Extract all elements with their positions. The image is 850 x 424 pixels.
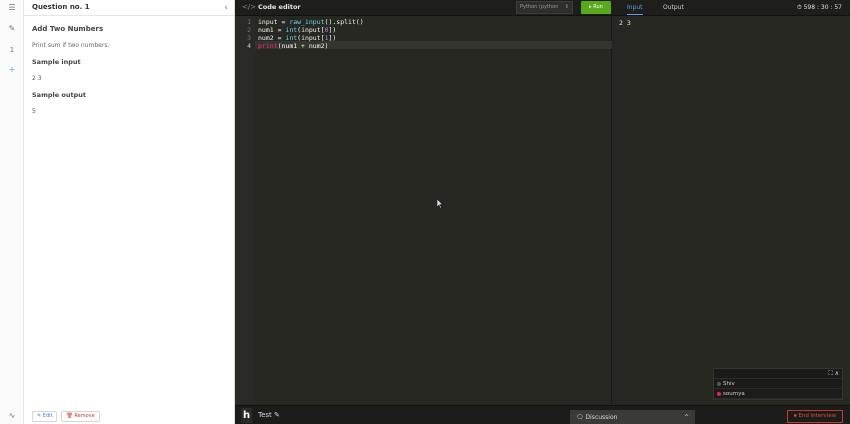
select-caret-icon: ⇕ [564, 4, 569, 10]
edit-icon[interactable]: ✎ [0, 23, 24, 35]
language-value: Python (python [520, 4, 559, 10]
participants-box: ⛶ ∧ Shiv soumya [713, 368, 843, 400]
input-panel[interactable]: 2 3 [615, 16, 850, 404]
participant-row: soumya [714, 389, 842, 399]
code-line: print(num1 + num2) [258, 42, 329, 50]
line-number: 2 [247, 26, 251, 34]
bottom-bar: h Test ✎ 🗨 Discussion ^ ⏹ End interview [235, 405, 850, 424]
tab-output[interactable]: Output [663, 0, 684, 15]
code-line: input = raw_input().split() [258, 18, 364, 26]
stdin-value: 2 3 [619, 19, 631, 27]
left-icon-rail: ☰ ✎ 1 + ∿ [0, 0, 24, 424]
add-question-icon[interactable]: + [0, 64, 24, 76]
interview-name[interactable]: Test ✎ [258, 406, 280, 424]
edit-question-button[interactable]: ✎ Edit [32, 411, 58, 422]
editor-title: Code editor [258, 3, 301, 11]
interview-timer: ⏱ 598 : 30 : 57 [797, 4, 842, 11]
code-line: num1 = int(input[0]) [258, 26, 337, 34]
question-index[interactable]: 1 [0, 44, 24, 56]
line-gutter: 1 2 3 4 [235, 16, 255, 404]
editor-toolbar: </> Code editor Python (python ⇕ ▸ Run I… [235, 0, 850, 16]
status-dot [717, 391, 721, 396]
code-editor[interactable]: 1 2 3 4 input = raw_input().split() num1… [235, 16, 612, 404]
question-description: Print sum if two numbers. [32, 42, 110, 49]
activity-icon[interactable]: ∿ [0, 410, 24, 422]
sample-output-value: 5 [32, 108, 36, 115]
question-panel: Question no. 1 ‹ Add Two Numbers Print s… [24, 0, 235, 424]
remove-question-button[interactable]: 🗑 Remove [61, 411, 100, 422]
editor-area: </> Code editor Python (python ⇕ ▸ Run I… [235, 0, 850, 424]
line-number: 3 [247, 34, 251, 42]
status-dot [717, 381, 721, 386]
line-number: 4 [247, 42, 251, 50]
language-select[interactable]: Python (python ⇕ [516, 1, 573, 14]
sample-input-label: Sample input [32, 58, 81, 66]
menu-icon[interactable]: ☰ [0, 2, 24, 14]
participant-name: Shiv [723, 381, 735, 387]
participant-row: Shiv [714, 379, 842, 389]
question-title: Add Two Numbers [32, 25, 104, 33]
code-line: num2 = int(input[1]) [258, 34, 337, 42]
end-interview-button[interactable]: ⏹ End interview [787, 410, 843, 423]
participants-controls[interactable]: ⛶ ∧ [714, 369, 842, 379]
line-number: 1 [247, 18, 251, 26]
discussion-label: 🗨 Discussion [576, 414, 618, 421]
discussion-toggle[interactable]: 🗨 Discussion ^ [570, 410, 695, 424]
chevron-up-icon: ^ [683, 414, 689, 421]
sample-output-label: Sample output [32, 91, 86, 99]
question-number: Question no. 1 [32, 3, 90, 11]
mouse-cursor-icon [437, 199, 443, 209]
run-button[interactable]: ▸ Run [581, 1, 611, 14]
tab-input[interactable]: Input [627, 0, 643, 15]
participant-name: soumya [723, 391, 745, 397]
hackerrank-logo: h [241, 408, 252, 423]
code-icon: </> [242, 3, 257, 11]
collapse-panel-icon[interactable]: ‹ [224, 2, 228, 14]
question-header: Question no. 1 [24, 0, 234, 16]
sample-input-value: 2 3 [32, 75, 42, 82]
